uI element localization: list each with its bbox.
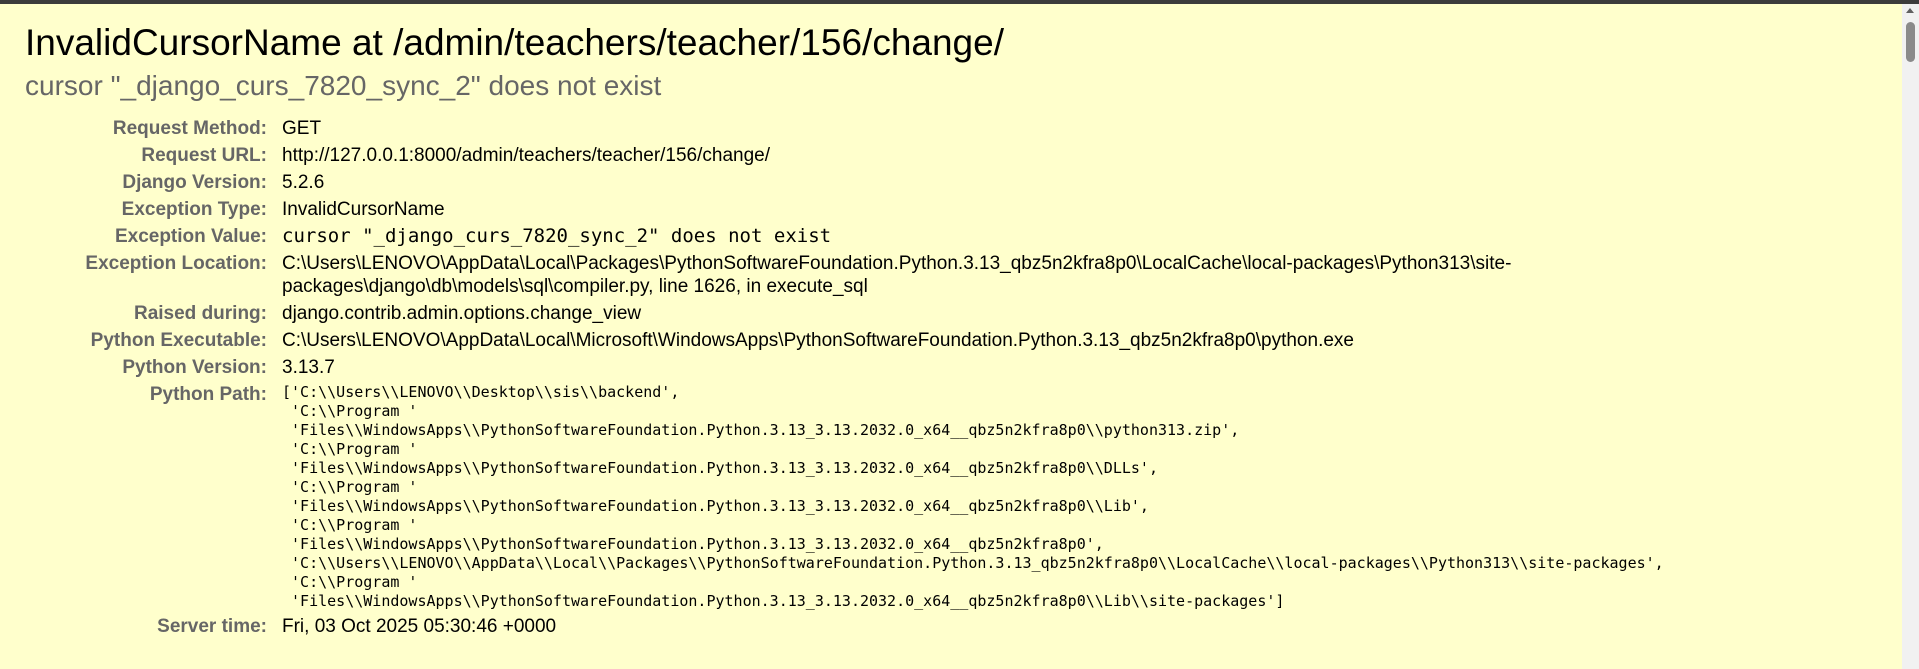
meta-row-request-url: Request URL: http://127.0.0.1:8000/admin… xyxy=(25,142,1664,169)
meta-value: cursor "_django_curs_7820_sync_2" does n… xyxy=(282,225,832,247)
python-path-line: 'Files\\WindowsApps\\PythonSoftwareFound… xyxy=(282,459,1158,477)
exception-location-text: C:\Users\LENOVO\AppData\Local\Packages\P… xyxy=(282,253,1512,297)
meta-row-python-executable: Python Executable: C:\Users\LENOVO\AppDa… xyxy=(25,327,1664,354)
meta-label: Request URL: xyxy=(141,145,267,166)
meta-row-python-version: Python Version: 3.13.7 xyxy=(25,354,1664,381)
meta-row-exception-location: Exception Location: C:\Users\LENOVO\AppD… xyxy=(25,250,1664,300)
python-path-line: 'Files\\WindowsApps\\PythonSoftwareFound… xyxy=(282,535,1104,553)
meta-row-python-path: Python Path: ['C:\\Users\\LENOVO\\Deskto… xyxy=(25,381,1664,613)
python-path-line: 'C:\\Users\\LENOVO\\AppData\\Local\\Pack… xyxy=(282,554,1664,572)
exception-subtitle: cursor "_django_curs_7820_sync_2" does n… xyxy=(25,70,662,101)
meta-row-exception-value: Exception Value: cursor "_django_curs_78… xyxy=(25,223,1664,250)
meta-label: Exception Type: xyxy=(121,199,267,220)
scrollbar-thumb[interactable] xyxy=(1906,22,1915,62)
vertical-scrollbar[interactable] xyxy=(1902,4,1919,669)
meta-value: Fri, 03 Oct 2025 05:30:46 +0000 xyxy=(282,616,557,637)
meta-label: Python Version: xyxy=(122,357,267,378)
python-path-line: 'Files\\WindowsApps\\PythonSoftwareFound… xyxy=(282,592,1285,610)
python-path-line: 'Files\\WindowsApps\\PythonSoftwareFound… xyxy=(282,421,1240,439)
python-path-line: 'Files\\WindowsApps\\PythonSoftwareFound… xyxy=(282,497,1149,515)
python-path-line: 'C:\\Program ' xyxy=(282,440,418,458)
python-path-line: 'C:\\Program ' xyxy=(282,516,418,534)
request-meta-table: Request Method: GET Request URL: http://… xyxy=(25,115,1664,640)
python-path-line: 'C:\\Program ' xyxy=(282,402,418,420)
meta-row-raised-during: Raised during: django.contrib.admin.opti… xyxy=(25,300,1664,327)
meta-label: Exception Location: xyxy=(85,253,267,274)
python-path-line: 'C:\\Program ' xyxy=(282,573,418,591)
meta-value: C:\Users\LENOVO\AppData\Local\Microsoft\… xyxy=(282,330,1354,351)
meta-label: Request Method: xyxy=(112,118,267,139)
meta-label: Django Version: xyxy=(122,172,267,193)
meta-value: http://127.0.0.1:8000/admin/teachers/tea… xyxy=(282,145,771,166)
python-path-line: ['C:\\Users\\LENOVO\\Desktop\\sis\\backe… xyxy=(282,383,680,401)
meta-label: Python Executable: xyxy=(90,330,267,351)
error-summary: InvalidCursorName at /admin/teachers/tea… xyxy=(25,4,1895,640)
meta-label: Python Path: xyxy=(149,384,267,405)
meta-label: Server time: xyxy=(157,616,267,637)
meta-value: C:\Users\LENOVO\AppData\Local\Packages\P… xyxy=(282,250,1664,300)
meta-row-exception-type: Exception Type: InvalidCursorName xyxy=(25,196,1664,223)
meta-row-server-time: Server time: Fri, 03 Oct 2025 05:30:46 +… xyxy=(25,613,1664,640)
meta-row-request-method: Request Method: GET xyxy=(25,115,1664,142)
meta-value: ['C:\\Users\\LENOVO\\Desktop\\sis\\backe… xyxy=(282,381,1664,613)
meta-value: GET xyxy=(282,118,322,139)
meta-value: 5.2.6 xyxy=(282,172,325,193)
python-path-list: ['C:\\Users\\LENOVO\\Desktop\\sis\\backe… xyxy=(282,383,1664,611)
meta-value: 3.13.7 xyxy=(282,357,335,378)
meta-value: django.contrib.admin.options.change_view xyxy=(282,303,642,324)
scroll-up-arrow-icon[interactable] xyxy=(1906,8,1914,13)
meta-value: InvalidCursorName xyxy=(282,199,445,220)
meta-label: Raised during: xyxy=(133,303,267,324)
meta-row-django-version: Django Version: 5.2.6 xyxy=(25,169,1664,196)
meta-label: Exception Value: xyxy=(114,226,267,247)
page-title: InvalidCursorName at /admin/teachers/tea… xyxy=(25,22,1004,63)
python-path-line: 'C:\\Program ' xyxy=(282,478,418,496)
